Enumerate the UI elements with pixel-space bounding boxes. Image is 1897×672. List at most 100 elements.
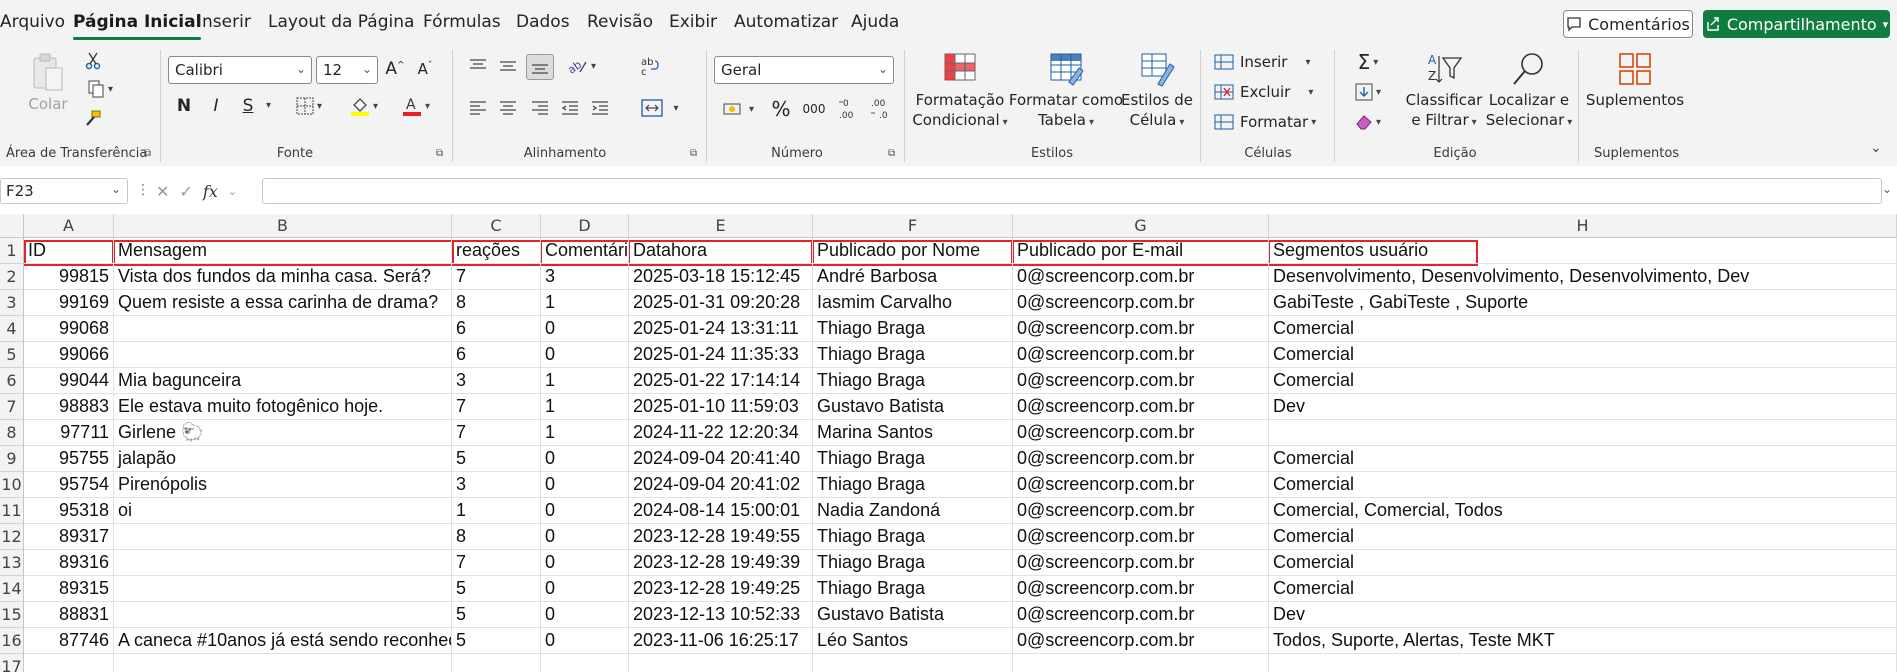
cell-c16[interactable]: 5 (452, 628, 541, 654)
tab-automatizar[interactable]: Automatizar (734, 12, 838, 32)
tab-inserir[interactable]: Inserir (197, 12, 251, 32)
align-bottom-button[interactable] (526, 54, 554, 80)
font-color-button[interactable]: A ▾ (396, 94, 436, 118)
cell-g11[interactable]: 0@screencorp.com.br (1013, 498, 1269, 524)
cell-styles-button[interactable]: Estilos de Célula ▾ (1121, 50, 1193, 133)
cell-h10[interactable]: Comercial (1269, 472, 1897, 498)
cell-d2[interactable]: 3 (541, 264, 629, 290)
cell-b3[interactable]: Quem resiste a essa carinha de drama? (114, 290, 452, 316)
cell-b12[interactable] (114, 524, 452, 550)
cell-d13[interactable]: 0 (541, 550, 629, 576)
orientation-button[interactable]: ab ▾ (560, 54, 602, 78)
cell-b14[interactable] (114, 576, 452, 602)
header-cell-g[interactable]: Publicado por E-mail (1013, 238, 1269, 264)
cell-g8[interactable]: 0@screencorp.com.br (1013, 420, 1269, 446)
cell-c3[interactable]: 8 (452, 290, 541, 316)
italic-button[interactable]: I (206, 94, 226, 118)
wrap-text-button[interactable]: ab c (636, 52, 664, 80)
insert-function-icon[interactable]: fx (203, 182, 218, 201)
cell-c10[interactable]: 3 (452, 472, 541, 498)
cell-a12[interactable]: 89317 (24, 524, 114, 550)
cell-b6[interactable]: Mia bagunceira (114, 368, 452, 394)
cell-a10[interactable]: 95754 (24, 472, 114, 498)
tab-exibir[interactable]: Exibir (669, 12, 717, 32)
conditional-formatting-button[interactable]: Formatação Condicional ▾ (912, 50, 1008, 133)
cell-c8[interactable]: 7 (452, 420, 541, 446)
cell-d15[interactable]: 0 (541, 602, 629, 628)
cell-f11[interactable]: Nadia Zandoná (813, 498, 1013, 524)
row-header-10[interactable]: 10 (0, 472, 24, 498)
increase-decimal-button[interactable]: 0.00 (836, 94, 860, 122)
tab-layout-da-pagina[interactable]: Layout da Página (268, 12, 414, 32)
cell-d7[interactable]: 1 (541, 394, 629, 420)
increase-indent-button[interactable] (588, 96, 612, 120)
cell-c6[interactable]: 3 (452, 368, 541, 394)
cell-c4[interactable]: 6 (452, 316, 541, 342)
cell-a2[interactable]: 99815 (24, 264, 114, 290)
header-cell-e[interactable]: Datahora (629, 238, 813, 264)
cell-h13[interactable]: Comercial (1269, 550, 1897, 576)
cell-f15[interactable]: Gustavo Batista (813, 602, 1013, 628)
cell-e11[interactable]: 2024-08-14 15:00:01 (629, 498, 813, 524)
cell-c13[interactable]: 7 (452, 550, 541, 576)
cell-h8[interactable] (1269, 420, 1897, 446)
find-select-button[interactable]: Localizar e Selecionar ▾ (1486, 50, 1572, 133)
percent-style-button[interactable]: % (770, 96, 792, 122)
cell-d3[interactable]: 1 (541, 290, 629, 316)
cell-d14[interactable]: 0 (541, 576, 629, 602)
collapse-ribbon-icon[interactable]: ⌄ (1870, 140, 1882, 156)
cell-c14[interactable]: 5 (452, 576, 541, 602)
cell-a3[interactable]: 99169 (24, 290, 114, 316)
cell-e14[interactable]: 2023-12-28 19:49:25 (629, 576, 813, 602)
formula-input[interactable] (262, 178, 1882, 204)
tab-revisao[interactable]: Revisão (587, 12, 653, 32)
column-header-e[interactable]: E (629, 214, 813, 238)
cell-g16[interactable]: 0@screencorp.com.br (1013, 628, 1269, 654)
addins-button[interactable]: Suplementos (1586, 50, 1684, 110)
cell-g5[interactable]: 0@screencorp.com.br (1013, 342, 1269, 368)
cell-h6[interactable]: Comercial (1269, 368, 1897, 394)
cell-e15[interactable]: 2023-12-13 10:52:33 (629, 602, 813, 628)
paste-button[interactable]: Colar (28, 52, 68, 114)
cell-h12[interactable]: Comercial (1269, 524, 1897, 550)
cell-c11[interactable]: 1 (452, 498, 541, 524)
cell-c5[interactable]: 6 (452, 342, 541, 368)
cell-d11[interactable]: 0 (541, 498, 629, 524)
cell-f14[interactable]: Thiago Braga (813, 576, 1013, 602)
copy-button[interactable]: ▾ (80, 78, 120, 100)
cell-c12[interactable]: 8 (452, 524, 541, 550)
header-cell-h[interactable]: Segmentos usuário (1269, 238, 1897, 264)
cell-f17[interactable] (813, 654, 1013, 672)
cell-b17[interactable] (114, 654, 452, 672)
cell-h5[interactable]: Comercial (1269, 342, 1897, 368)
merge-center-button[interactable]: ▾ (636, 96, 684, 120)
column-header-g[interactable]: G (1013, 214, 1269, 238)
cell-a7[interactable]: 98883 (24, 394, 114, 420)
cell-d12[interactable]: 0 (541, 524, 629, 550)
cell-f12[interactable]: Thiago Braga (813, 524, 1013, 550)
fill-button[interactable]: ▾ (1348, 80, 1388, 104)
cell-d6[interactable]: 1 (541, 368, 629, 394)
cell-a17[interactable] (24, 654, 114, 672)
cell-b15[interactable] (114, 602, 452, 628)
row-header-2[interactable]: 2 (0, 264, 24, 290)
header-cell-d[interactable]: Comentários (541, 238, 629, 264)
share-dropdown-icon[interactable]: ▾ (1883, 18, 1889, 31)
cell-a4[interactable]: 99068 (24, 316, 114, 342)
font-size-select[interactable]: 12 ⌄ (316, 56, 378, 84)
cell-h11[interactable]: Comercial, Comercial, Todos (1269, 498, 1897, 524)
borders-button[interactable]: ▾ (290, 94, 328, 118)
cell-g7[interactable]: 0@screencorp.com.br (1013, 394, 1269, 420)
header-cell-f[interactable]: Publicado por Nome (813, 238, 1013, 264)
header-cell-a[interactable]: ID (24, 238, 114, 264)
cell-c2[interactable]: 7 (452, 264, 541, 290)
format-painter-button[interactable] (82, 108, 104, 130)
format-cells-button[interactable]: Formatar ▾ (1214, 110, 1316, 134)
cell-e3[interactable]: 2025-01-31 09:20:28 (629, 290, 813, 316)
insert-cells-button[interactable]: Inserir ▾ (1214, 50, 1311, 74)
row-header-11[interactable]: 11 (0, 498, 24, 524)
align-center-button[interactable] (496, 96, 520, 120)
column-header-f[interactable]: F (813, 214, 1013, 238)
cell-g17[interactable] (1013, 654, 1269, 672)
cell-g6[interactable]: 0@screencorp.com.br (1013, 368, 1269, 394)
